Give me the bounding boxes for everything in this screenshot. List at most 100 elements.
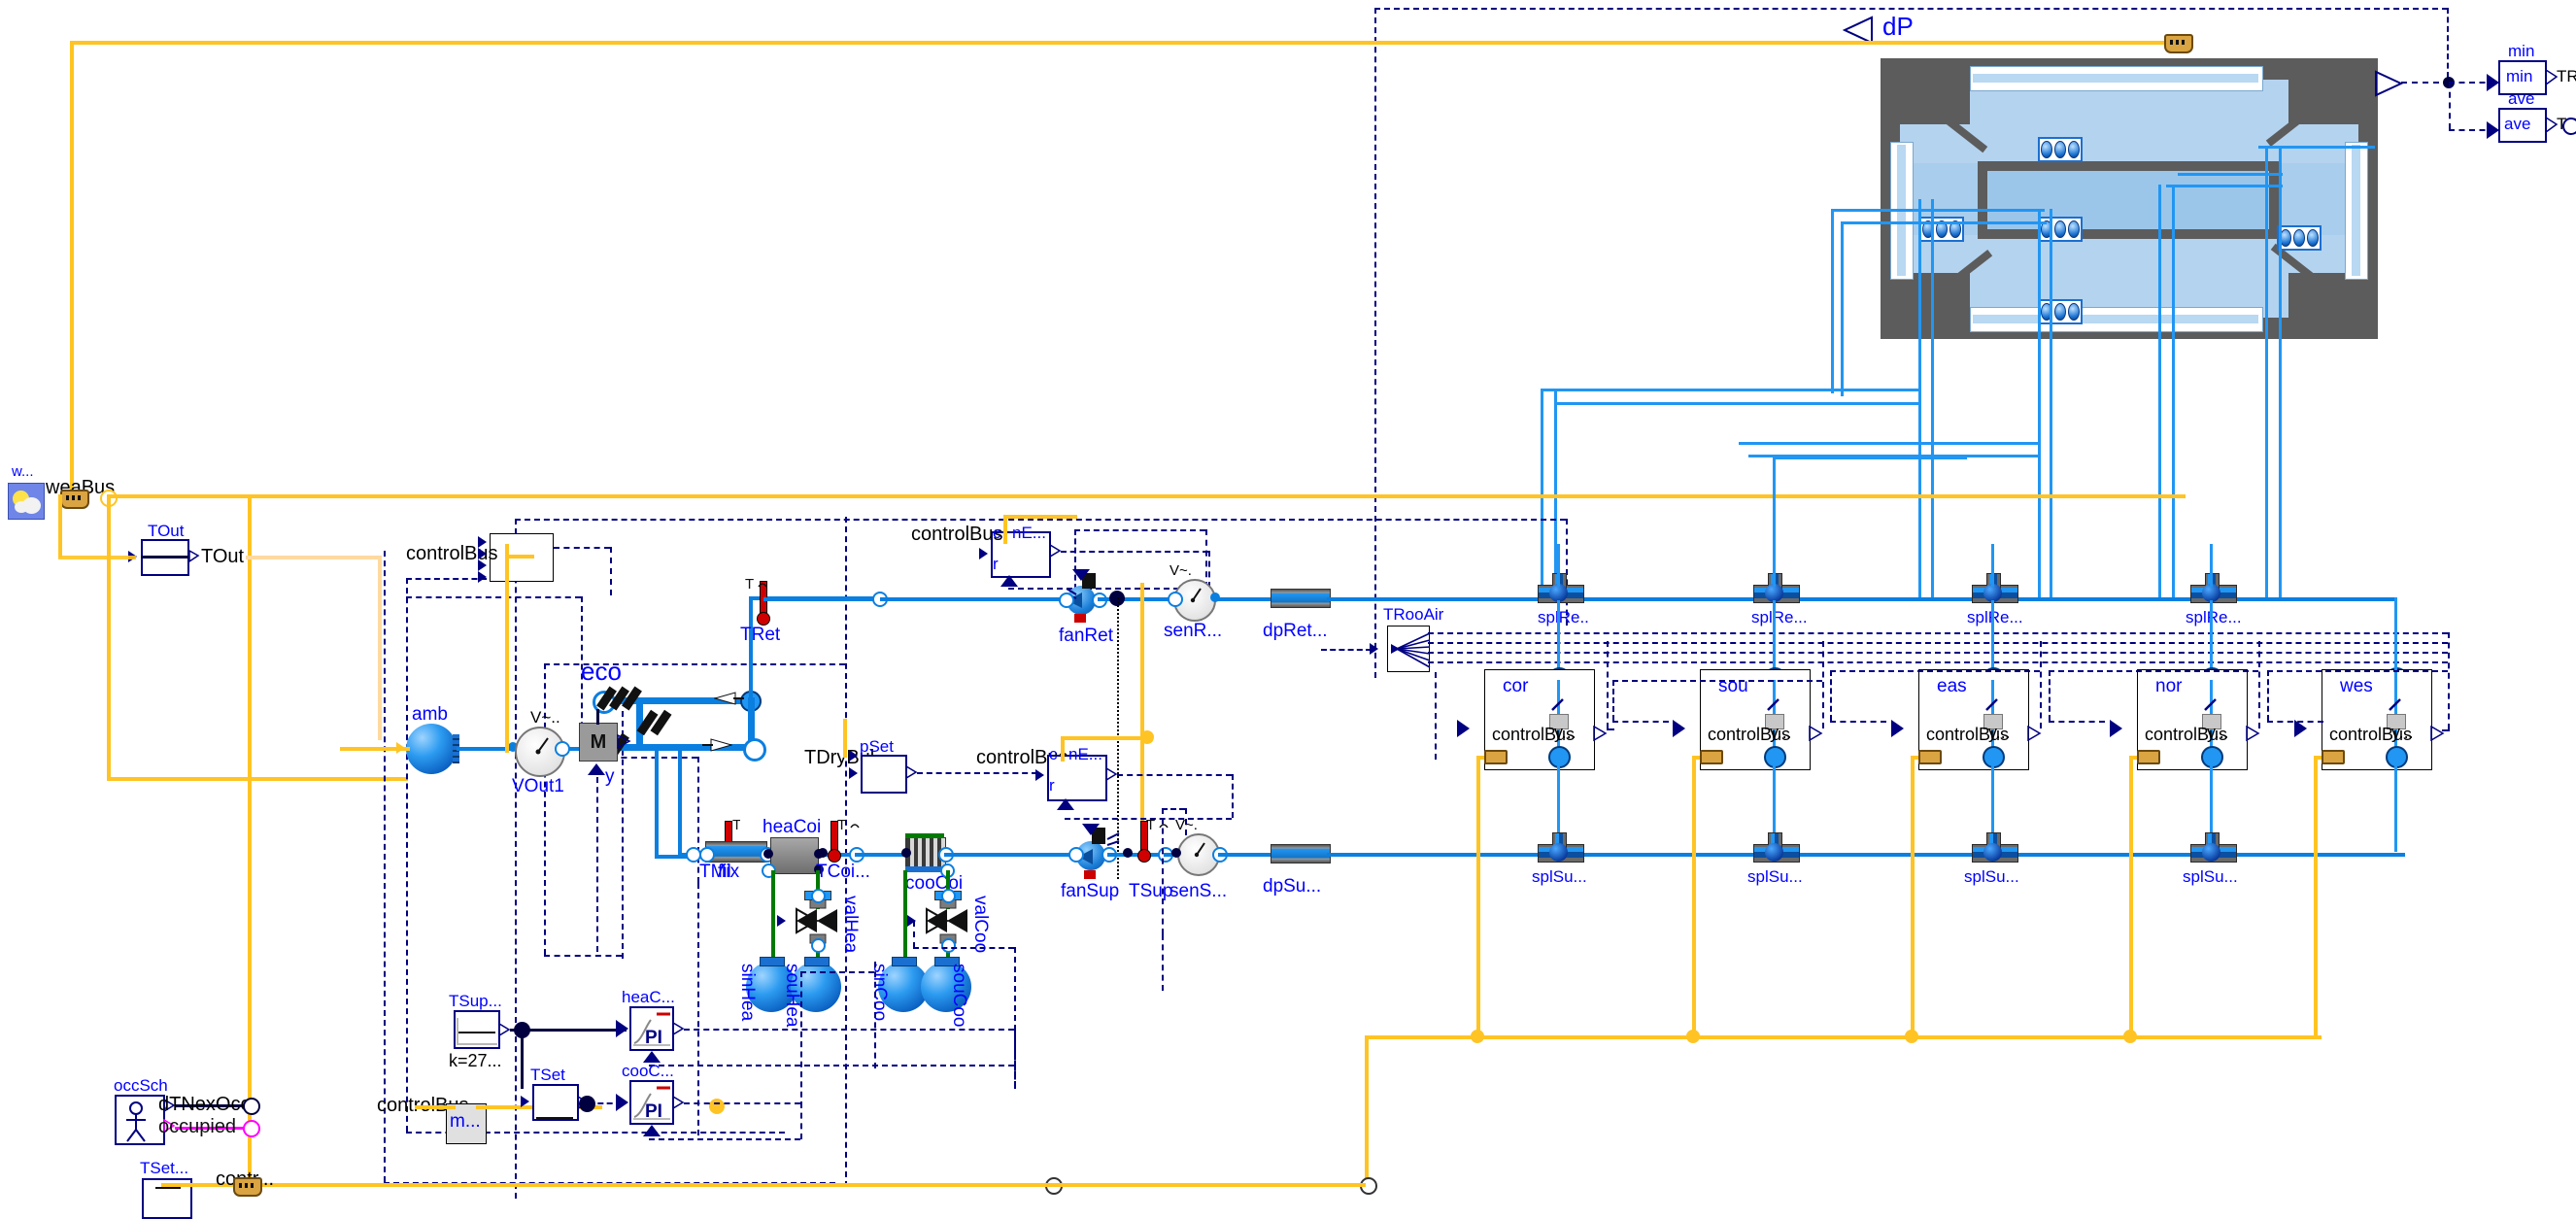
control-bus-line xyxy=(505,555,534,559)
signal-path xyxy=(610,547,612,595)
tset-block[interactable] xyxy=(532,1084,579,1121)
ambient-source-icon[interactable] xyxy=(406,724,457,774)
signal-path xyxy=(2049,670,2051,721)
supply-duct xyxy=(855,853,903,857)
retfan-ctrl-input-c: c xyxy=(993,524,1001,542)
zone-bus-connector-icon[interactable] xyxy=(1918,750,1942,764)
bus-connector-icon[interactable] xyxy=(2164,34,2193,53)
senret-label: senR... xyxy=(1164,621,1223,641)
zone-return-riser xyxy=(1773,457,1776,587)
control-input-arrow xyxy=(588,763,605,775)
signal-path xyxy=(1232,774,1234,818)
zone-port-west xyxy=(1919,217,1964,242)
signal-junction xyxy=(579,1096,595,1112)
fluid-line xyxy=(749,596,753,699)
pset-block[interactable] xyxy=(861,755,907,794)
pi-text-coo: PI xyxy=(645,1101,662,1122)
control-bus-line xyxy=(505,544,509,753)
vout1-label: VOut1 xyxy=(512,776,564,796)
tsup-setpoint-label: TSup... xyxy=(449,992,502,1010)
floor-output-connector-icon[interactable] xyxy=(2374,70,2403,97)
dpsup-duct-icon[interactable] xyxy=(1271,844,1331,863)
signal-path xyxy=(1612,680,1822,682)
signal-path xyxy=(2040,641,2042,728)
output-port-icon xyxy=(188,550,200,563)
zone-port-east xyxy=(2277,225,2322,251)
z1-bus-connector-icon[interactable] xyxy=(2322,750,2345,764)
economizer-motor-icon[interactable]: M xyxy=(579,723,618,762)
signal-path xyxy=(2267,670,2269,721)
zone-input-arrow xyxy=(1891,720,1904,737)
sinhea-label: sinHea xyxy=(737,964,758,1022)
signal-path xyxy=(2258,641,2260,728)
fluid-line xyxy=(655,744,659,859)
signal-path xyxy=(2449,82,2451,129)
duct-run xyxy=(2178,173,2283,176)
weather-bus-connector-icon[interactable] xyxy=(60,490,89,509)
duct-run xyxy=(1841,221,2047,224)
tsup-bulb-icon xyxy=(1137,849,1151,863)
valcoo-label: valCoo xyxy=(970,896,991,954)
tcoi-label: TCoi... xyxy=(816,862,870,882)
troomin-label: TRooMin xyxy=(2557,67,2576,85)
bus-junction xyxy=(1905,1030,1918,1043)
floor-plan-icon[interactable] xyxy=(1881,58,2378,339)
control-bus-line xyxy=(70,41,74,497)
zone-return-riser xyxy=(1557,544,1560,587)
splret-label-nor: splRe... xyxy=(2186,608,2242,626)
signal-path xyxy=(2448,632,2450,729)
valhea-icon[interactable] xyxy=(791,897,843,944)
zone-bus-connector-icon[interactable] xyxy=(1700,750,1723,764)
modelica-diagram-canvas: dP min min TR ave ave w... weaBus TOut T… xyxy=(0,0,2576,1219)
dpsup-label: dpSu... xyxy=(1263,876,1322,897)
signal-path xyxy=(1428,642,2448,644)
signal-path xyxy=(1374,8,2448,10)
control-bus-line xyxy=(1003,515,1077,519)
signal-path xyxy=(1162,808,1185,810)
bus-junction xyxy=(2123,1030,2137,1043)
zone-bus-collector xyxy=(1365,1035,1369,1183)
splret-label-eas: splRe... xyxy=(1967,608,2023,626)
zone-bus-connector-icon[interactable] xyxy=(1484,750,1508,764)
signal-path xyxy=(515,519,517,1199)
supply-duct-main xyxy=(1327,853,2405,857)
signal-path xyxy=(1162,808,1164,934)
bus-junction xyxy=(1471,1030,1484,1043)
signal-path xyxy=(378,556,382,740)
tsup-label: TSup xyxy=(1129,881,1173,901)
bottom-bus-connector-icon[interactable] xyxy=(233,1177,262,1197)
zone-port-north xyxy=(2038,137,2083,162)
zone-return-riser xyxy=(1773,600,1776,676)
zone-bus-connector-icon[interactable] xyxy=(2137,750,2160,764)
signal-path xyxy=(917,772,1037,774)
bus-junction xyxy=(1686,1030,1700,1043)
tset-block-label: TSet xyxy=(530,1066,565,1084)
return-duct xyxy=(880,597,1074,601)
weather-data-icon[interactable] xyxy=(8,483,45,520)
dpret-duct-icon[interactable] xyxy=(1271,589,1331,608)
zone-input-arrow xyxy=(1673,720,1685,737)
motor-label: M xyxy=(590,730,607,753)
water-line xyxy=(771,870,775,964)
pi-text-hea: PI xyxy=(645,1028,662,1048)
heating-pi-label: heaC... xyxy=(622,988,675,1006)
valcoo-icon[interactable] xyxy=(921,897,973,944)
zone-label-nor: nor xyxy=(2155,676,2183,696)
flow-arrow-icon xyxy=(702,738,732,752)
signal-path xyxy=(2442,729,2450,731)
signal-path xyxy=(2447,8,2449,78)
weather-input-arrow xyxy=(396,742,405,754)
signal-path xyxy=(2049,721,2105,723)
return-duct xyxy=(763,597,880,601)
duct-riser xyxy=(2172,185,2175,597)
heating-coil-icon[interactable] xyxy=(770,837,819,874)
signal-path xyxy=(544,663,546,955)
ambient-label: amb xyxy=(412,704,448,725)
signal-path xyxy=(544,955,622,957)
signal-path xyxy=(1162,934,1164,991)
cooling-pi-label: cooC... xyxy=(622,1062,674,1080)
duct-run xyxy=(2258,146,2375,149)
svg-text:T: T xyxy=(732,817,740,833)
duct-run xyxy=(1739,442,2040,445)
signal-path xyxy=(874,962,876,1068)
